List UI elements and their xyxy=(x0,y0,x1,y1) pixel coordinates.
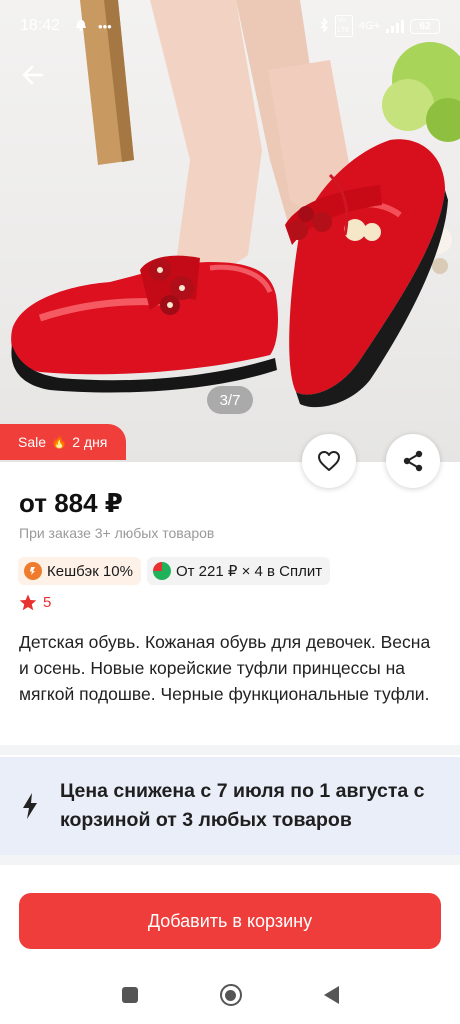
divider xyxy=(0,745,460,755)
share-icon xyxy=(403,450,423,472)
gallery-counter: 3/7 xyxy=(207,386,253,414)
fire-icon: 🔥 xyxy=(51,434,68,449)
benefit-chips: Кешбэк 10% От 221 ₽ × 4 в Сплит xyxy=(18,557,331,585)
star-icon xyxy=(19,594,37,611)
product-description: Детская обувь. Кожаная обувь для девочек… xyxy=(19,632,431,704)
system-nav-bar xyxy=(0,966,460,1024)
sale-duration: 2 дня xyxy=(72,434,108,450)
cashback-chip[interactable]: Кешбэк 10% xyxy=(18,557,141,585)
sale-label: Sale xyxy=(18,434,47,450)
bluetooth-icon xyxy=(319,16,329,35)
add-to-cart-button[interactable]: Добавить в корзину xyxy=(19,893,441,949)
status-bar: 18:42 ••• Vo LTE 4G+ 62 xyxy=(0,0,460,52)
sale-badge: Sale 🔥 2 дня xyxy=(0,424,126,460)
favorite-button[interactable] xyxy=(302,434,356,488)
price-note: При заказе 3+ любых товаров xyxy=(19,525,215,541)
network-type: 4G+ xyxy=(358,20,380,32)
split-icon xyxy=(152,562,171,580)
back-button[interactable] xyxy=(18,60,48,90)
rating[interactable]: 5 xyxy=(19,594,51,611)
price: от 884 ₽ xyxy=(19,488,123,518)
alarm-icon xyxy=(74,18,88,35)
home-button[interactable] xyxy=(219,984,242,1006)
signal-icon xyxy=(386,19,404,33)
cashback-label: Кешбэк 10% xyxy=(47,562,133,580)
heart-icon xyxy=(318,451,340,471)
lightning-icon xyxy=(23,793,37,819)
split-label: От 221 ₽ × 4 в Сплит xyxy=(175,563,323,580)
cashback-icon xyxy=(24,562,42,580)
more-icon: ••• xyxy=(98,18,112,34)
system-back-button[interactable] xyxy=(323,986,339,1004)
home-icon xyxy=(225,989,236,1001)
share-button[interactable] xyxy=(386,434,440,488)
promo-banner[interactable]: Цена снижена с 7 июля по 1 августа с кор… xyxy=(0,757,460,855)
volte-icon: Vo LTE xyxy=(334,15,353,37)
status-time: 18:42 xyxy=(20,17,61,34)
arrow-left-icon xyxy=(22,65,44,85)
divider xyxy=(0,855,460,865)
battery-level: 62 xyxy=(419,20,431,32)
rating-value: 5 xyxy=(43,594,52,611)
battery-icon: 62 xyxy=(410,18,440,34)
promo-text: Цена снижена с 7 июля по 1 августа с кор… xyxy=(60,780,425,831)
recents-button[interactable] xyxy=(121,987,138,1003)
split-chip[interactable]: От 221 ₽ × 4 в Сплит xyxy=(146,557,331,585)
